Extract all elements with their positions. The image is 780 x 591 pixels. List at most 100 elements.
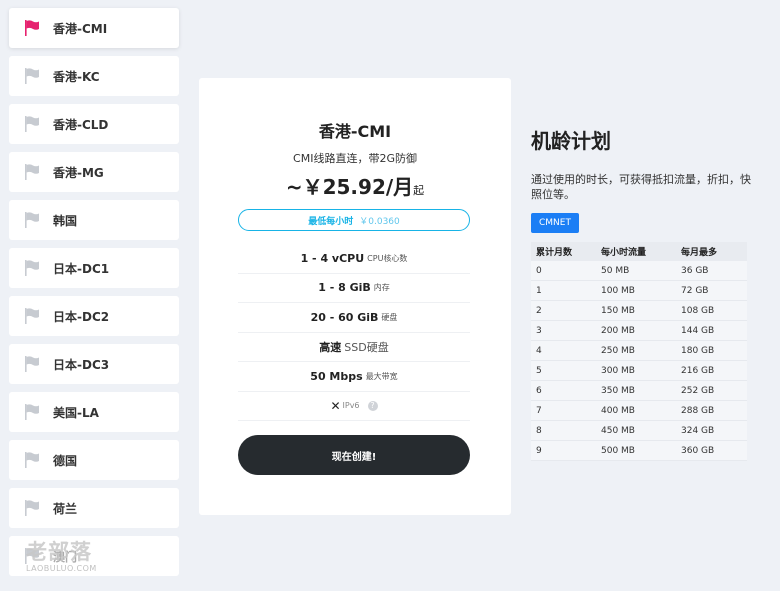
plan-title: 香港-CMI <box>318 122 392 141</box>
table-cell: 5 <box>531 360 596 381</box>
region-sidebar: 香港-CMI 香港-KC 香港-CLD 香港-MG 韩国 日本-DC1 日本-D… <box>9 8 179 584</box>
spec-bandwidth: 50 Mbps 最大带宽 <box>238 362 470 392</box>
table-row: 0 50 MB 36 GB <box>531 261 747 281</box>
flag-icon <box>23 19 41 37</box>
hourly-label: 最低每小时 <box>308 216 354 227</box>
help-icon[interactable]: ? <box>367 400 378 411</box>
table-cell: 450 MB <box>596 420 676 441</box>
sidebar-item-japan-dc1[interactable]: 日本-DC1 <box>9 248 179 288</box>
flag-icon <box>23 67 41 85</box>
table-cell: 7 <box>531 400 596 421</box>
table-cell: 50 MB <box>596 261 676 281</box>
table-cell: 36 GB <box>676 261 747 281</box>
hourly-price-badge: 最低每小时 ￥0.0360 <box>238 209 470 231</box>
flag-icon <box>23 451 41 469</box>
sidebar-item-hk-cmi[interactable]: 香港-CMI <box>9 8 179 48</box>
flag-icon <box>23 499 41 517</box>
tab-cmnet[interactable]: CMNET <box>531 213 579 233</box>
hourly-value: ￥0.0360 <box>359 216 400 227</box>
plan-subtitle: CMI线路直连，带2G防御 <box>293 152 417 165</box>
table-row: 9 500 MB 360 GB <box>531 440 747 461</box>
sidebar-item-label: 荷兰 <box>53 501 78 516</box>
plan-card: 香港-CMI CMI线路直连，带2G防御 ~￥25.92/月起 最低每小时 ￥0… <box>199 78 511 515</box>
sidebar-item-korea[interactable]: 韩国 <box>9 200 179 240</box>
loyalty-title: 机龄计划 <box>531 129 611 153</box>
sidebar-item-label: 香港-CLD <box>53 117 109 132</box>
spec-value: 高速 <box>319 340 342 354</box>
sidebar-item-hk-kc[interactable]: 香港-KC <box>9 56 179 96</box>
sidebar-item-label: 日本-DC1 <box>53 261 110 276</box>
spec-value: 1 - 8 GiB <box>318 281 371 295</box>
spec-value: 1 - 4 vCPU <box>300 251 365 265</box>
sidebar-item-hk-cld[interactable]: 香港-CLD <box>9 104 179 144</box>
spec-unit: 最大带宽 <box>365 371 398 381</box>
sidebar-item-japan-dc2[interactable]: 日本-DC2 <box>9 296 179 336</box>
table-cell: 500 MB <box>596 440 676 461</box>
spec-unit: SSD硬盘 <box>344 340 389 354</box>
sidebar-item-label: 美国-LA <box>53 405 99 420</box>
spec-unit: CPU核心数 <box>367 253 408 263</box>
table-cell: 6 <box>531 380 596 401</box>
sidebar-item-label: 日本-DC2 <box>53 309 110 324</box>
table-cell: 252 GB <box>676 380 747 401</box>
watermark: 老部落 LAOBULUO.COM <box>26 540 116 578</box>
loyalty-description: 通过使用的时长，可获得抵扣流量，折扣，快照位等。 <box>531 173 751 201</box>
loyalty-panel: 机龄计划 通过使用的时长，可获得抵扣流量，折扣，快照位等。 CMNET 累计月数… <box>531 120 756 461</box>
table-cell: 360 GB <box>676 440 747 461</box>
table-cell: 3 <box>531 320 596 341</box>
sidebar-item-japan-dc3[interactable]: 日本-DC3 <box>9 344 179 384</box>
table-row: 6 350 MB 252 GB <box>531 380 747 401</box>
spec-unit: IPv6 <box>342 401 360 411</box>
flag-icon <box>23 403 41 421</box>
table-cell: 2 <box>531 300 596 321</box>
loyalty-table: 累计月数 每小时流量 每月最多 0 50 MB 36 GB 1 100 MB 72 GB… <box>531 242 747 461</box>
spec-cpu: 1 - 4 vCPU CPU核心数 <box>238 244 470 274</box>
table-cell: 0 <box>531 261 596 281</box>
spec-value: 20 - 60 GiB <box>310 310 379 324</box>
flag-icon <box>23 211 41 229</box>
table-row: 7 400 MB 288 GB <box>531 400 747 421</box>
sidebar-item-label: 香港-MG <box>53 165 104 180</box>
sidebar-item-netherlands[interactable]: 荷兰 <box>9 488 179 528</box>
flag-icon <box>23 307 41 325</box>
table-cell: 1 <box>531 280 596 301</box>
table-row: 2 150 MB 108 GB <box>531 300 747 321</box>
sidebar-item-label: 日本-DC3 <box>53 357 110 372</box>
table-cell: 100 MB <box>596 280 676 301</box>
spec-disk: 20 - 60 GiB 硬盘 <box>238 303 470 333</box>
flag-icon <box>23 163 41 181</box>
table-cell: 200 MB <box>596 320 676 341</box>
spec-memory: 1 - 8 GiB 内存 <box>238 274 470 303</box>
flag-icon <box>23 259 41 277</box>
price-amount: ￥25.92/月 <box>302 175 414 199</box>
table-cell: 350 MB <box>596 380 676 401</box>
table-header: 每小时流量 <box>596 242 676 261</box>
table-cell: 288 GB <box>676 400 747 421</box>
table-header: 累计月数 <box>531 242 596 261</box>
spec-value: 50 Mbps <box>310 369 363 383</box>
flag-icon <box>23 115 41 133</box>
table-row: 5 300 MB 216 GB <box>531 360 747 381</box>
sidebar-item-label: 韩国 <box>53 213 78 228</box>
table-cell: 400 MB <box>596 400 676 421</box>
table-cell: 300 MB <box>596 360 676 381</box>
sidebar-item-hk-mg[interactable]: 香港-MG <box>9 152 179 192</box>
spec-ssd: 高速 SSD硬盘 <box>238 333 470 362</box>
table-cell: 4 <box>531 340 596 361</box>
spec-ipv6: ✕ IPv6? <box>238 392 470 421</box>
table-header: 每月最多 <box>676 242 747 261</box>
table-cell: 72 GB <box>676 280 747 301</box>
sidebar-item-germany[interactable]: 德国 <box>9 440 179 480</box>
sidebar-item-label: 德国 <box>53 453 78 468</box>
spec-unit: 内存 <box>373 283 390 293</box>
table-cell: 144 GB <box>676 320 747 341</box>
watermark-domain: LAOBULUO.COM <box>26 564 97 573</box>
flag-icon <box>23 355 41 373</box>
create-now-button[interactable]: 现在创建! <box>238 435 470 475</box>
table-row: 3 200 MB 144 GB <box>531 320 747 341</box>
table-cell: 180 GB <box>676 340 747 361</box>
cross-icon: ✕ <box>330 398 341 413</box>
table-cell: 108 GB <box>676 300 747 321</box>
sidebar-item-usa-la[interactable]: 美国-LA <box>9 392 179 432</box>
table-cell: 8 <box>531 420 596 441</box>
